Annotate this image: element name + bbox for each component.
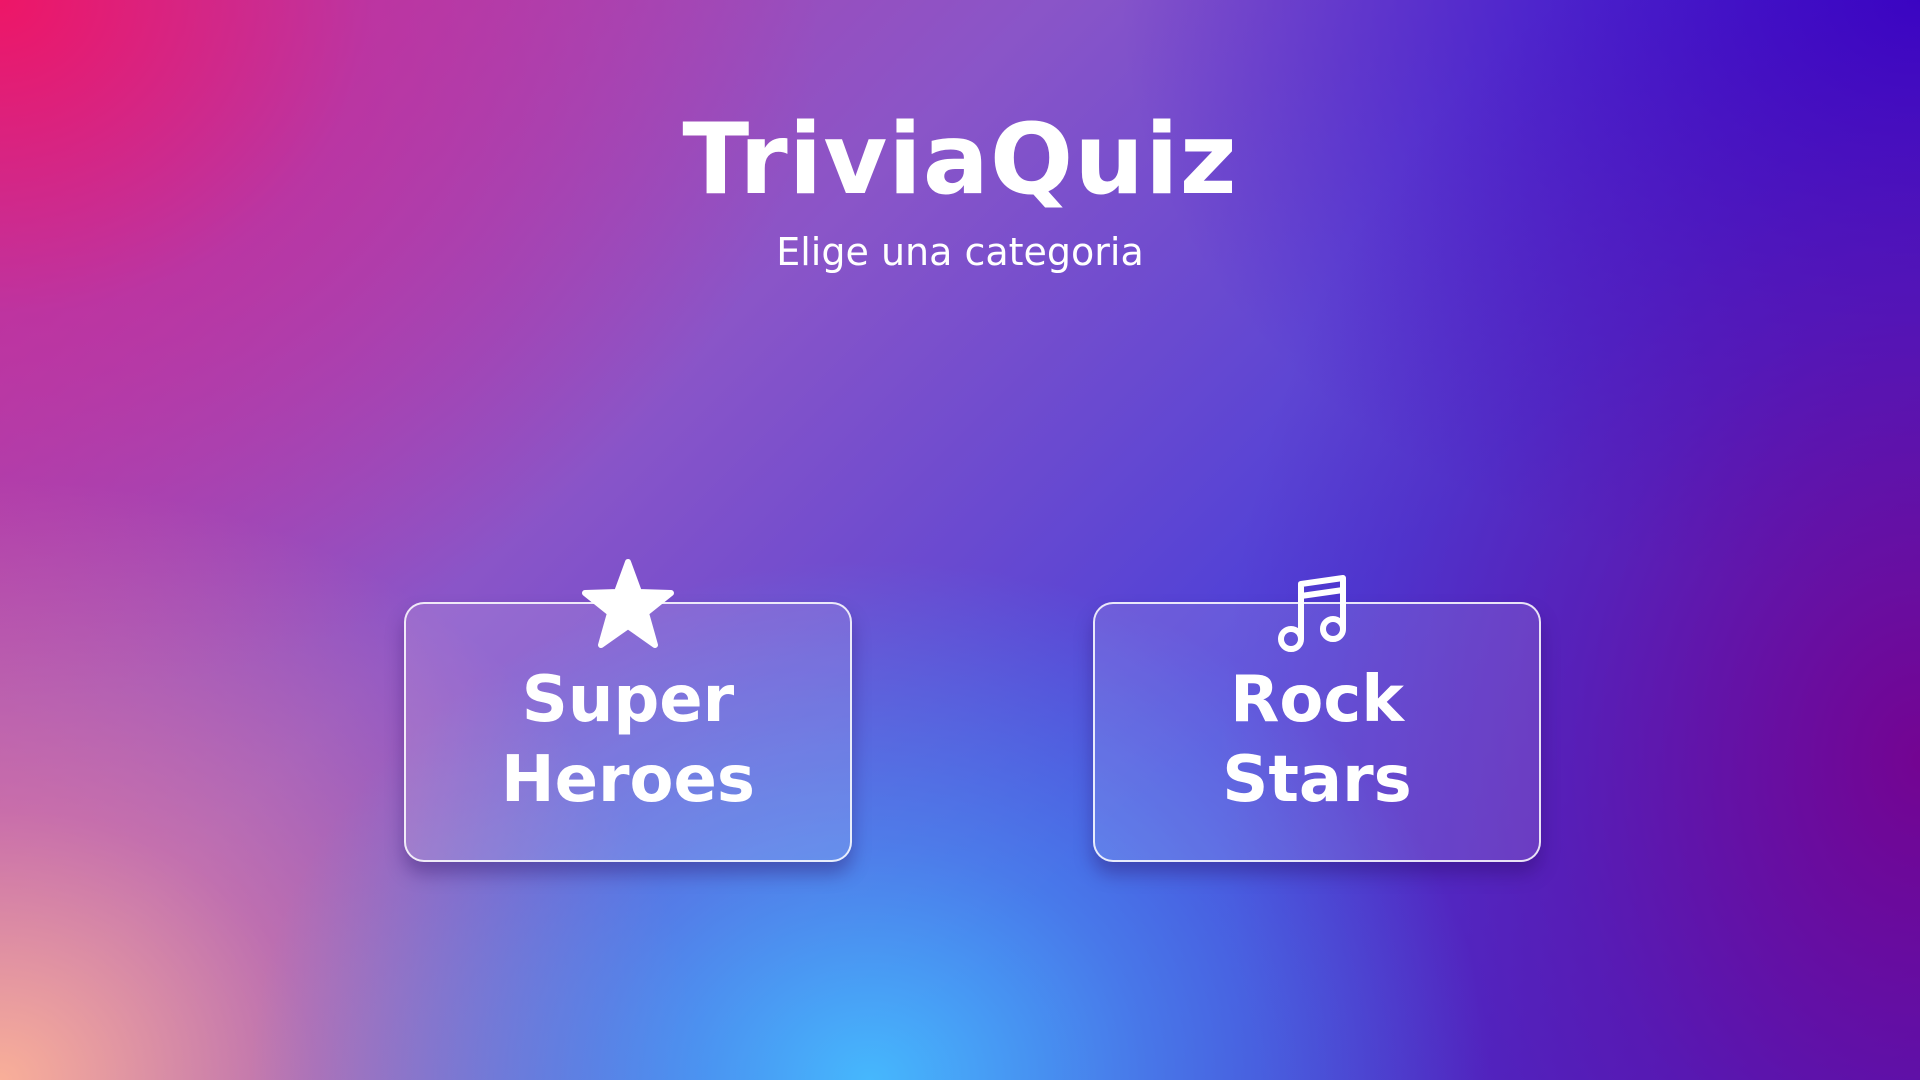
- category-label-line: Heroes: [501, 743, 755, 817]
- header: TriviaQuiz Elige una categoria: [0, 100, 1920, 278]
- app-title: TriviaQuiz: [682, 103, 1238, 217]
- star-icon: [578, 556, 678, 656]
- category-label-line: Super: [521, 663, 735, 737]
- page-subtitle: Elige una categoria: [776, 230, 1144, 274]
- category-card-super-heroes[interactable]: Super Heroes: [404, 559, 852, 862]
- category-label-line: Rock: [1230, 663, 1404, 737]
- category-label: Super Heroes: [406, 660, 850, 820]
- music-note-icon: [1267, 556, 1367, 656]
- category-label: Rock Stars: [1095, 660, 1539, 820]
- category-label-line: Stars: [1222, 743, 1412, 817]
- category-card-rock-stars[interactable]: Rock Stars: [1093, 575, 1541, 862]
